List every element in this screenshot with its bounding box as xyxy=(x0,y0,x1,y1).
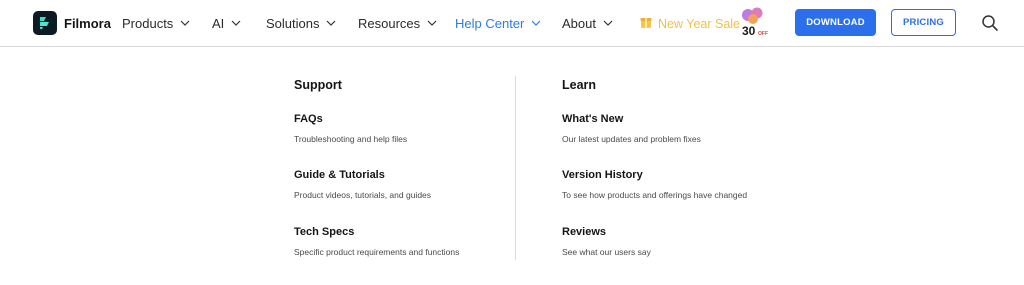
menu-item-desc: To see how products and offerings have c… xyxy=(562,190,748,200)
column-divider xyxy=(515,76,516,260)
sale-badge-icon: 30 OFF xyxy=(742,7,768,38)
nav-about-label: About xyxy=(562,15,596,31)
chevron-down-icon xyxy=(180,20,190,26)
chevron-down-icon xyxy=(531,20,541,26)
menu-item-title: What's New xyxy=(562,113,624,125)
svg-text:30: 30 xyxy=(742,24,756,38)
menu-item-desc: Troubleshooting and help files xyxy=(294,134,408,144)
menu-item-whats-new[interactable]: What's New Our latest updates and proble… xyxy=(562,111,822,145)
menu-item-desc: Product videos, tutorials, and guides xyxy=(294,190,432,200)
pricing-button[interactable]: PRICING xyxy=(891,9,956,36)
search-icon[interactable] xyxy=(981,14,999,32)
brand[interactable]: Filmora xyxy=(33,11,111,35)
chevron-down-icon xyxy=(231,20,241,26)
filmora-logo-icon xyxy=(33,11,57,35)
nav-ai[interactable]: AI xyxy=(212,14,241,32)
learn-title: Learn xyxy=(562,78,597,92)
menu-item-tech-specs[interactable]: Tech Specs Specific product requirements… xyxy=(294,224,504,258)
nav-about[interactable]: About xyxy=(562,14,613,32)
promo-label: New Year Sale xyxy=(658,17,741,31)
nav-resources[interactable]: Resources xyxy=(358,14,437,32)
download-button[interactable]: DOWNLOAD xyxy=(795,9,876,36)
top-navbar: Filmora Products AI Solutions Resources … xyxy=(0,0,1024,47)
menu-item-desc: Our latest updates and problem fixes xyxy=(562,134,701,144)
chevron-down-icon xyxy=(427,20,437,26)
menu-item-title: Version History xyxy=(562,169,643,181)
svg-text:OFF: OFF xyxy=(758,31,768,37)
menu-item-version-history[interactable]: Version History To see how products and … xyxy=(562,167,822,201)
nav-solutions[interactable]: Solutions xyxy=(266,14,336,32)
nav-products[interactable]: Products xyxy=(122,14,190,32)
chevron-down-icon xyxy=(603,20,613,26)
menu-item-faqs[interactable]: FAQs Troubleshooting and help files xyxy=(294,111,504,145)
nav-products-label: Products xyxy=(122,15,174,31)
menu-item-title: Reviews xyxy=(562,226,607,238)
brand-name: Filmora xyxy=(64,15,111,31)
menu-item-title: Guide & Tutorials xyxy=(294,169,385,181)
nav-ai-label: AI xyxy=(212,15,225,31)
menu-item-title: FAQs xyxy=(294,113,323,125)
menu-item-desc: Specific product requirements and functi… xyxy=(294,247,460,257)
nav-solutions-label: Solutions xyxy=(266,15,320,31)
learn-column: Learn What's New Our latest updates and … xyxy=(562,76,822,257)
nav-help-center-label: Help Center xyxy=(455,15,525,31)
gift-icon xyxy=(640,15,652,34)
chevron-down-icon xyxy=(326,20,336,26)
menu-item-desc: See what our users say xyxy=(562,247,651,257)
menu-item-guide-tutorials[interactable]: Guide & Tutorials Product videos, tutori… xyxy=(294,167,504,201)
nav-help-center[interactable]: Help Center xyxy=(455,14,541,32)
support-title: Support xyxy=(294,78,342,92)
nav-resources-label: Resources xyxy=(358,15,421,31)
promo-new-year-sale[interactable]: New Year Sale 30 OFF xyxy=(640,7,768,39)
menu-item-title: Tech Specs xyxy=(294,226,355,238)
menu-item-reviews[interactable]: Reviews See what our users say xyxy=(562,224,822,258)
support-column: Support FAQs Troubleshooting and help fi… xyxy=(294,76,504,257)
